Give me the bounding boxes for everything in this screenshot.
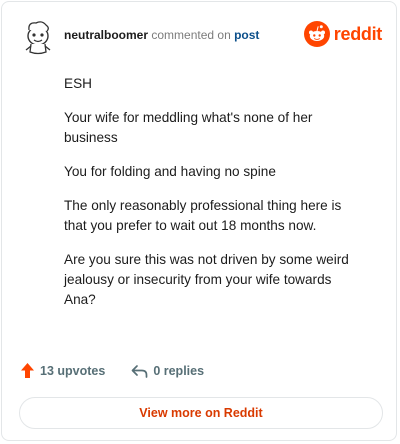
comment-paragraph: You for folding and having no spine: [64, 164, 276, 179]
username-link[interactable]: neutralboomer: [64, 28, 148, 42]
post-link[interactable]: post: [234, 28, 259, 42]
upvote-arrow-icon: [21, 363, 34, 378]
reddit-logo-icon: [303, 21, 330, 47]
comment-paragraph: Are you sure this was not driven by some…: [64, 252, 349, 307]
comment-meta: neutralboomer commented on post: [64, 28, 259, 42]
comment-embed-card: neutralboomer commented on post reddit E…: [1, 1, 397, 441]
comment-paragraph: The only reasonably professional thing h…: [64, 198, 342, 233]
comment-header: neutralboomer commented on post reddit: [2, 2, 396, 62]
snoo-avatar[interactable]: [20, 16, 56, 56]
reddit-brand[interactable]: reddit: [303, 21, 383, 47]
reply-count: 0 replies: [153, 363, 205, 378]
reply-button[interactable]: 0 replies: [131, 364, 204, 378]
upvote-count: 13 upvotes: [40, 363, 106, 378]
comment-actions: 13 upvotes 0 replies: [20, 362, 230, 379]
reply-arrow-icon: [131, 364, 148, 378]
comment-paragraph: ESH: [64, 76, 92, 91]
action-text: commented on: [151, 28, 231, 42]
comment-paragraph: Your wife for meddling what's none of he…: [64, 110, 313, 145]
reddit-wordmark: reddit: [333, 23, 383, 44]
view-more-button[interactable]: View more on Reddit: [19, 397, 383, 429]
comment-body: ESH Your wife for meddling what's none o…: [64, 74, 364, 324]
upvote-button[interactable]: 13 upvotes: [20, 362, 105, 379]
